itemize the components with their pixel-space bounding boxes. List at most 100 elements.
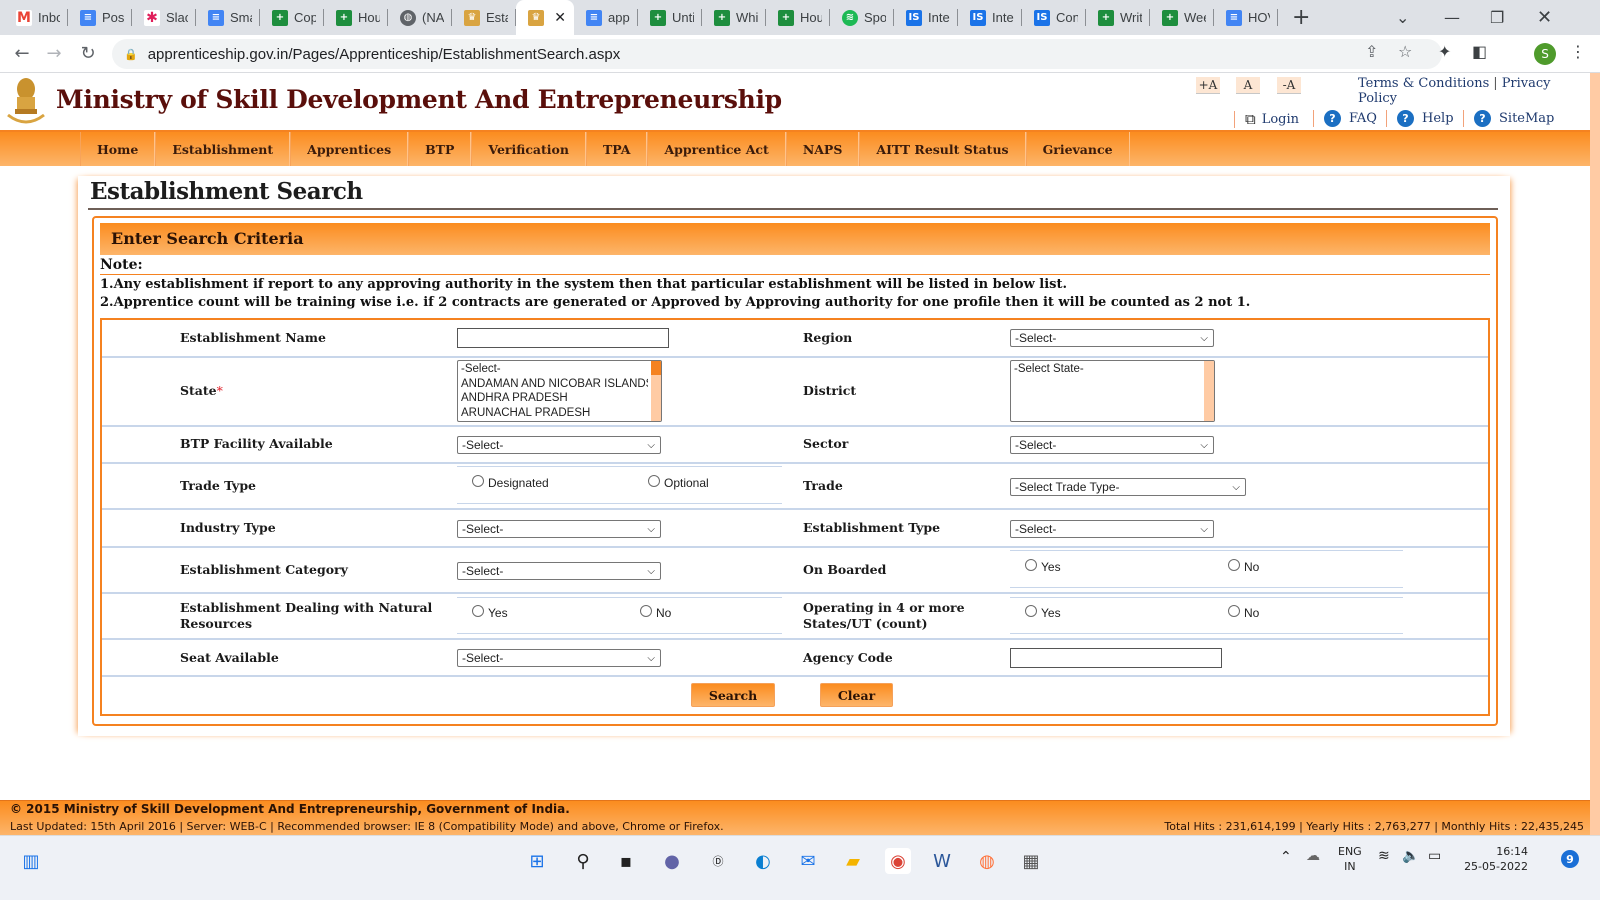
maximize-button[interactable]: ❐ — [1490, 0, 1504, 35]
state-option[interactable]: ARUNACHAL PRADESH — [461, 406, 648, 421]
browser-tab[interactable]: ≡ Posts — [68, 0, 132, 35]
nav-item-home[interactable]: Home — [80, 132, 156, 166]
state-option[interactable]: -Select- — [461, 362, 648, 377]
terms-link[interactable]: Terms & Conditions — [1358, 76, 1489, 91]
extensions-icon[interactable]: ✦ — [1438, 42, 1451, 61]
browser-tab[interactable]: ♛ Esta — [452, 0, 516, 35]
wifi-icon[interactable]: ≋ — [1378, 849, 1390, 864]
volume-icon[interactable]: 🔈 — [1402, 849, 1419, 864]
edge-icon[interactable]: ◐ — [750, 848, 776, 874]
decrease-font-button[interactable]: -A — [1277, 77, 1301, 94]
bookmark-star-icon[interactable]: ☆ — [1398, 42, 1412, 61]
chrome-icon[interactable]: ◉ — [885, 848, 911, 874]
normal-font-button[interactable]: A — [1236, 77, 1260, 94]
browser-tab[interactable]: ≡ HOV — [1214, 0, 1278, 35]
sitemap-link[interactable]: ? SiteMap — [1463, 110, 1554, 127]
faq-link[interactable]: ? FAQ — [1313, 110, 1377, 127]
district-option[interactable]: -Select State- — [1014, 362, 1201, 377]
seat-available-select[interactable]: -Select- ⌵ — [457, 649, 661, 667]
address-bar[interactable]: 🔒 apprenticeship.gov.in/Pages/Apprentice… — [112, 39, 1442, 69]
clock[interactable]: 16:14 25-05-2022 — [1462, 844, 1528, 874]
nav-item-aitt-result-status[interactable]: AITT Result Status — [859, 132, 1026, 166]
browser-tab[interactable]: IS Inter — [894, 0, 958, 35]
browser-tab[interactable]: + Hou — [324, 0, 388, 35]
multi-state-yes-radio[interactable]: Yes — [1025, 605, 1061, 620]
url-text[interactable]: apprenticeship.gov.in/Pages/Apprenticesh… — [148, 46, 621, 63]
radio-circle[interactable] — [472, 475, 484, 487]
on-boarded-no-radio[interactable]: No — [1228, 559, 1259, 574]
state-scrollbar[interactable] — [651, 361, 661, 421]
scrollbar-thumb[interactable] — [651, 361, 661, 375]
dell-icon[interactable]: Ⓓ — [705, 848, 731, 874]
browser-tab[interactable]: IS Cont — [1022, 0, 1086, 35]
clear-button[interactable]: Clear — [820, 683, 893, 707]
on-boarded-yes-radio[interactable]: Yes — [1025, 559, 1061, 574]
trade-type-designated-radio[interactable]: Designated — [472, 475, 549, 490]
sector-select[interactable]: -Select- ⌵ — [1010, 436, 1214, 454]
onedrive-icon[interactable]: ☁ — [1306, 849, 1320, 864]
show-hidden-icons[interactable]: ⌃ — [1280, 850, 1292, 865]
establishment-name-input[interactable] — [457, 328, 669, 348]
btp-facility-select[interactable]: -Select- ⌵ — [457, 436, 661, 454]
close-tab-icon[interactable]: ✕ — [554, 10, 566, 26]
browser-tab[interactable]: + Writ — [1086, 0, 1150, 35]
login-link[interactable]: ⧉ Login — [1234, 110, 1299, 128]
task-view-icon[interactable]: ▪ — [613, 848, 639, 874]
browser-tab[interactable]: ◍ (NA — [388, 0, 452, 35]
state-option[interactable]: ANDHRA PRADESH — [461, 391, 648, 406]
calculator-icon[interactable]: ▦ — [1018, 848, 1044, 874]
windows-start-icon[interactable]: ⊞ — [524, 848, 550, 874]
new-tab-button[interactable]: + — [1292, 5, 1310, 30]
browser-menu-icon[interactable]: ⋮ — [1570, 42, 1586, 61]
national-emblem-logo[interactable] — [5, 75, 47, 127]
establishment-category-select[interactable]: -Select- ⌵ — [457, 562, 661, 580]
radio-circle[interactable] — [1025, 605, 1037, 617]
district-listbox[interactable]: -Select State- — [1010, 360, 1215, 422]
district-scrollbar[interactable] — [1204, 361, 1214, 421]
nav-item-verification[interactable]: Verification — [471, 132, 586, 166]
widgets-icon[interactable]: ▥ — [18, 848, 44, 874]
state-listbox[interactable]: -Select- ANDAMAN AND NICOBAR ISLANDS AND… — [457, 360, 662, 422]
radio-circle[interactable] — [472, 605, 484, 617]
nav-item-tpa[interactable]: TPA — [585, 132, 648, 166]
minimize-button[interactable]: — — [1444, 0, 1460, 35]
teams-chat-icon[interactable]: ● — [659, 848, 685, 874]
state-option[interactable]: ANDAMAN AND NICOBAR ISLANDS — [461, 377, 648, 392]
nav-item-grievance[interactable]: Grievance — [1025, 132, 1130, 166]
browser-tab[interactable]: ≡ Smart — [196, 0, 260, 35]
battery-icon[interactable]: ▭ — [1428, 849, 1441, 864]
browser-tab[interactable]: + Copy — [260, 0, 324, 35]
tab-search-icon[interactable]: ⌄ — [1396, 0, 1409, 35]
trade-type-optional-radio[interactable]: Optional — [648, 475, 709, 490]
industry-type-select[interactable]: -Select- ⌵ — [457, 520, 661, 538]
profile-avatar[interactable]: S — [1534, 43, 1556, 65]
nav-item-establishment[interactable]: Establishment — [155, 132, 291, 166]
search-button[interactable]: Search — [691, 683, 775, 707]
browser-tab[interactable]: ♛E✕ — [516, 0, 574, 35]
back-button[interactable]: ← — [10, 43, 34, 64]
browser-tab[interactable]: IS Inter — [958, 0, 1022, 35]
radio-circle[interactable] — [1228, 559, 1240, 571]
radio-circle[interactable] — [648, 475, 660, 487]
browser-tab[interactable]: + Unti — [638, 0, 702, 35]
natural-resources-no-radio[interactable]: No — [640, 605, 671, 620]
browser-tab[interactable]: ≡ appr — [574, 0, 638, 35]
word-icon[interactable]: W — [929, 848, 955, 874]
mail-icon[interactable]: ✉ — [795, 848, 821, 874]
increase-font-button[interactable]: +A — [1196, 77, 1220, 94]
help-link[interactable]: ? Help — [1386, 110, 1454, 127]
forward-button[interactable]: → — [42, 43, 66, 64]
notification-badge[interactable]: 9 — [1561, 850, 1579, 868]
search-icon[interactable]: ⚲ — [570, 848, 596, 874]
file-explorer-icon[interactable]: ▰ — [840, 848, 866, 874]
multi-state-no-radio[interactable]: No — [1228, 605, 1259, 620]
nav-item-naps[interactable]: NAPS — [785, 132, 860, 166]
browser-tab[interactable]: + Hou — [766, 0, 830, 35]
nav-item-apprentice-act[interactable]: Apprentice Act — [647, 132, 786, 166]
browser-tab[interactable]: + Wee — [1150, 0, 1214, 35]
radio-circle[interactable] — [1025, 559, 1037, 571]
radio-circle[interactable] — [640, 605, 652, 617]
trade-select[interactable]: -Select Trade Type- ⌵ — [1010, 478, 1246, 496]
share-icon[interactable]: ⇪ — [1365, 42, 1378, 61]
establishment-type-select[interactable]: -Select- ⌵ — [1010, 520, 1214, 538]
